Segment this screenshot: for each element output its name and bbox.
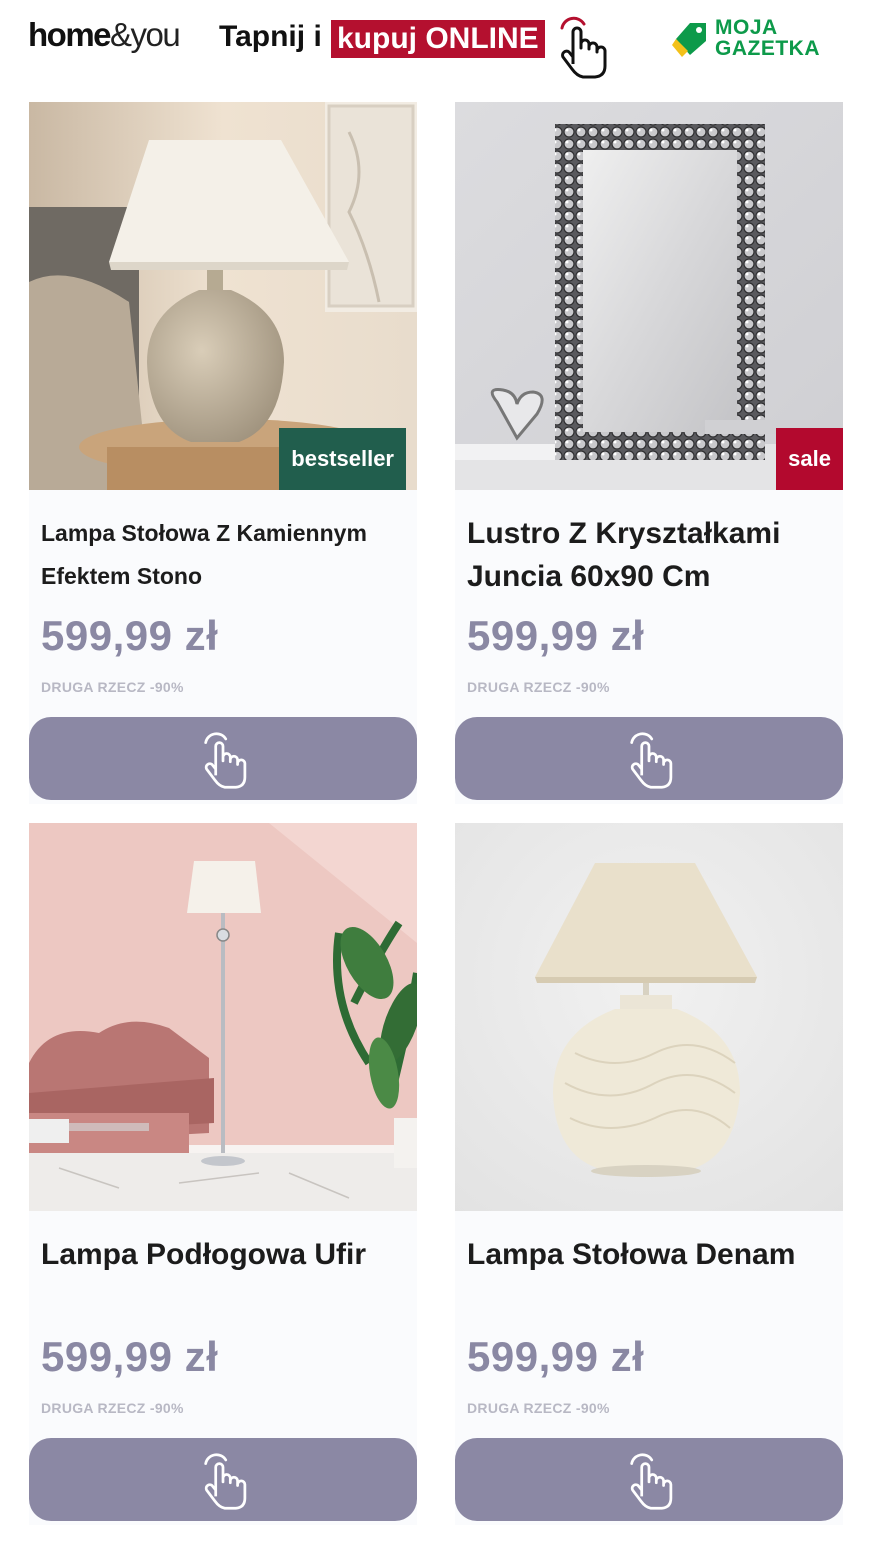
moja-gazetka-logo[interactable]: MOJA GAZETKA — [672, 17, 852, 67]
buy-online-button[interactable] — [455, 717, 843, 800]
product-image[interactable]: bestseller — [29, 102, 417, 490]
product-title[interactable]: Lampa Podłogowa Ufir — [41, 1233, 411, 1276]
product-image[interactable] — [29, 823, 417, 1211]
product-price: 599,99 zł — [467, 1333, 645, 1380]
moja-text: MOJA — [715, 16, 778, 39]
brand-you: &you — [110, 16, 181, 53]
product-image[interactable] — [455, 823, 843, 1211]
product-title[interactable]: Lampa Stołowa Z Kamiennym Efektem Stono — [41, 512, 411, 598]
product-price: 599,99 zł — [41, 1333, 219, 1380]
product-card: sale Lustro Z Kryształkami Juncia 60x90 … — [455, 102, 843, 804]
tag-icon — [672, 23, 706, 57]
tap-hand-icon — [552, 12, 610, 80]
tap-hand-icon — [204, 731, 247, 789]
product-price: 599,99 zł — [41, 612, 219, 659]
buy-online-button[interactable] — [29, 717, 417, 800]
tap-hand-icon — [630, 731, 673, 789]
gazetka-text: GAZETKA — [715, 37, 820, 60]
product-card: Lampa Podłogowa Ufir 599,99 zł DRUGA RZE… — [29, 823, 417, 1525]
sale-badge: sale — [776, 428, 843, 490]
tap-hand-icon — [204, 1452, 247, 1510]
promo-text: DRUGA RZECZ -90% — [467, 1400, 610, 1416]
cta-shop-online[interactable]: kupuj ONLINE — [331, 20, 545, 58]
product-title[interactable]: Lustro Z Kryształkami Juncia 60x90 Cm — [467, 512, 837, 598]
home-and-you-logo[interactable]: home&you — [28, 16, 181, 54]
product-card: Lampa Stołowa Denam 599,99 zł DRUGA RZEC… — [455, 823, 843, 1525]
product-image[interactable]: sale — [455, 102, 843, 490]
promo-text: DRUGA RZECZ -90% — [41, 1400, 184, 1416]
buy-online-button[interactable] — [29, 1438, 417, 1521]
tap-hand-icon — [630, 1452, 673, 1510]
product-title[interactable]: Lampa Stołowa Denam — [467, 1233, 837, 1276]
cta-prefix: Tapnij i — [219, 20, 322, 53]
brand-home: home — [28, 16, 112, 53]
bestseller-badge: bestseller — [279, 428, 406, 490]
page-header: home&you Tapnij i kupuj ONLINE MOJA GAZE… — [0, 0, 872, 90]
product-price: 599,99 zł — [467, 612, 645, 659]
promo-text: DRUGA RZECZ -90% — [41, 679, 184, 695]
buy-online-button[interactable] — [455, 1438, 843, 1521]
product-card: bestseller Lampa Stołowa Z Kamiennym Efe… — [29, 102, 417, 804]
promo-text: DRUGA RZECZ -90% — [467, 679, 610, 695]
